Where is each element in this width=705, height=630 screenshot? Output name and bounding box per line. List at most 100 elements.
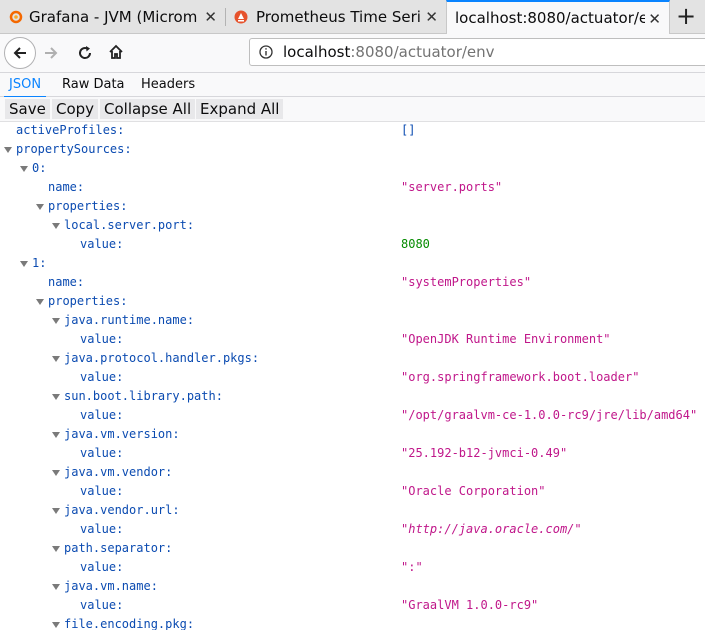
json-row[interactable]: file.encoding.pkg: (0, 615, 705, 630)
url-path: :8080/actuator/env (350, 43, 495, 61)
json-row[interactable]: value: "http://java.oracle.com/" (0, 520, 705, 539)
expand-triangle-icon[interactable] (52, 584, 60, 590)
json-row[interactable]: 1: (0, 254, 705, 273)
expand-triangle-icon[interactable] (52, 318, 60, 324)
json-row[interactable]: java.protocol.handler.pkgs: (0, 349, 705, 368)
json-row[interactable]: java.vm.vendor: (0, 463, 705, 482)
close-tab-icon[interactable]: ✕ (204, 8, 217, 26)
url-bar[interactable]: localhost:8080/actuator/env (249, 38, 705, 66)
json-row[interactable]: value: 8080 (0, 235, 705, 254)
json-row[interactable]: 0: (0, 159, 705, 178)
tab-prometheus[interactable]: Prometheus Time Seri ✕ (226, 0, 446, 33)
json-row[interactable]: name: "server.ports" (0, 178, 705, 197)
new-tab-button[interactable]: + (676, 2, 696, 30)
expand-triangle-icon[interactable] (20, 261, 28, 267)
json-row[interactable]: java.runtime.name: (0, 311, 705, 330)
tab-title: Grafana - JVM (Microm (29, 7, 198, 26)
json-row[interactable]: local.server.port: (0, 216, 705, 235)
json-row[interactable]: sun.boot.library.path: (0, 387, 705, 406)
json-key: value: (80, 408, 124, 422)
json-key: value: (80, 332, 124, 346)
json-key: propertySources: (16, 142, 132, 156)
json-key: java.protocol.handler.pkgs: (64, 351, 260, 365)
copy-button[interactable]: Copy (52, 99, 99, 119)
expand-triangle-icon[interactable] (20, 166, 28, 172)
json-key: java.vendor.url: (64, 503, 180, 517)
expand-triangle-icon[interactable] (4, 147, 12, 153)
collapse-all-button[interactable]: Collapse All (100, 99, 196, 119)
json-row[interactable]: properties: (0, 197, 705, 216)
json-key: value: (80, 522, 124, 536)
tab-headers[interactable]: Headers (141, 73, 195, 96)
save-button[interactable]: Save (5, 99, 50, 119)
close-tab-icon[interactable]: ✕ (648, 10, 661, 28)
reload-button[interactable] (76, 44, 94, 62)
json-key: activeProfiles: (16, 123, 125, 137)
json-key: java.vm.version: (64, 427, 180, 441)
home-button[interactable] (107, 43, 125, 61)
json-row[interactable]: path.separator: (0, 539, 705, 558)
tab-actuator-env[interactable]: localhost:8080/actuator/e ✕ (446, 0, 670, 34)
json-tree: activeProfiles: [] propertySources: 0: n… (0, 121, 705, 630)
expand-triangle-icon[interactable] (52, 394, 60, 400)
expand-triangle-icon[interactable] (52, 508, 60, 514)
json-row[interactable]: activeProfiles: [] (0, 121, 705, 140)
expand-triangle-icon[interactable] (52, 356, 60, 362)
tab-grafana[interactable]: Grafana - JVM (Microm ✕ (0, 0, 225, 33)
json-value: [] (401, 123, 416, 137)
expand-triangle-icon[interactable] (36, 204, 44, 210)
json-row[interactable]: properties: (0, 292, 705, 311)
expand-triangle-icon[interactable] (52, 223, 60, 229)
json-value: "OpenJDK Runtime Environment" (401, 332, 611, 346)
json-key: value: (80, 598, 124, 612)
json-row[interactable]: value: "OpenJDK Runtime Environment" (0, 330, 705, 349)
json-toolbar: Save Copy Collapse All Expand All (0, 97, 705, 122)
json-key: file.encoding.pkg: (64, 617, 195, 630)
json-key: properties: (48, 294, 128, 308)
forward-button[interactable] (42, 44, 60, 62)
json-row[interactable]: value: "GraalVM 1.0.0-rc9" (0, 596, 705, 615)
json-row[interactable]: value: "/opt/graalvm-ce-1.0.0-rc9/jre/li… (0, 406, 705, 425)
json-value: "GraalVM 1.0.0-rc9" (401, 598, 539, 612)
json-row[interactable]: value: "org.springframework.boot.loader" (0, 368, 705, 387)
json-value: "org.springframework.boot.loader" (401, 370, 640, 384)
json-key: name: (48, 180, 85, 194)
tab-json[interactable]: JSON (4, 73, 47, 98)
json-row[interactable]: java.vendor.url: (0, 501, 705, 520)
forward-arrow-icon (45, 47, 58, 59)
json-key: sun.boot.library.path: (64, 389, 223, 403)
expand-triangle-icon[interactable] (52, 546, 60, 552)
json-row[interactable]: value: "25.192-b12-jvmci-0.49" (0, 444, 705, 463)
json-row[interactable]: value: ":" (0, 558, 705, 577)
json-value: 8080 (401, 237, 430, 251)
json-key: 0: (32, 161, 47, 175)
back-button[interactable] (4, 37, 36, 69)
info-icon[interactable] (259, 45, 273, 59)
expand-triangle-icon[interactable] (52, 622, 60, 628)
json-key: value: (80, 446, 124, 460)
expand-triangle-icon[interactable] (36, 299, 44, 305)
json-row[interactable]: name: "systemProperties" (0, 273, 705, 292)
home-icon (109, 44, 123, 59)
json-key: 1: (32, 256, 47, 270)
json-key: properties: (48, 199, 128, 213)
url-host: localhost (283, 43, 351, 61)
expand-triangle-icon[interactable] (52, 470, 60, 476)
json-row[interactable]: java.vm.name: (0, 577, 705, 596)
tab-raw-data[interactable]: Raw Data (62, 73, 125, 96)
close-tab-icon[interactable]: ✕ (425, 8, 438, 26)
grafana-icon (9, 10, 23, 24)
json-value: "25.192-b12-jvmci-0.49" (401, 446, 568, 460)
json-value: "systemProperties" (401, 275, 532, 289)
expand-triangle-icon[interactable] (52, 432, 60, 438)
json-row[interactable]: value: "Oracle Corporation" (0, 482, 705, 501)
json-value-link[interactable]: "http://java.oracle.com/" (401, 522, 582, 536)
json-row[interactable]: propertySources: (0, 140, 705, 159)
json-value: ":" (401, 560, 423, 574)
json-row[interactable]: java.vm.version: (0, 425, 705, 444)
json-key: value: (80, 560, 124, 574)
expand-all-button[interactable]: Expand All (196, 99, 284, 119)
tab-title: Prometheus Time Seri (256, 7, 421, 26)
json-key: value: (80, 370, 124, 384)
navigation-bar: localhost:8080/actuator/env (0, 34, 705, 73)
